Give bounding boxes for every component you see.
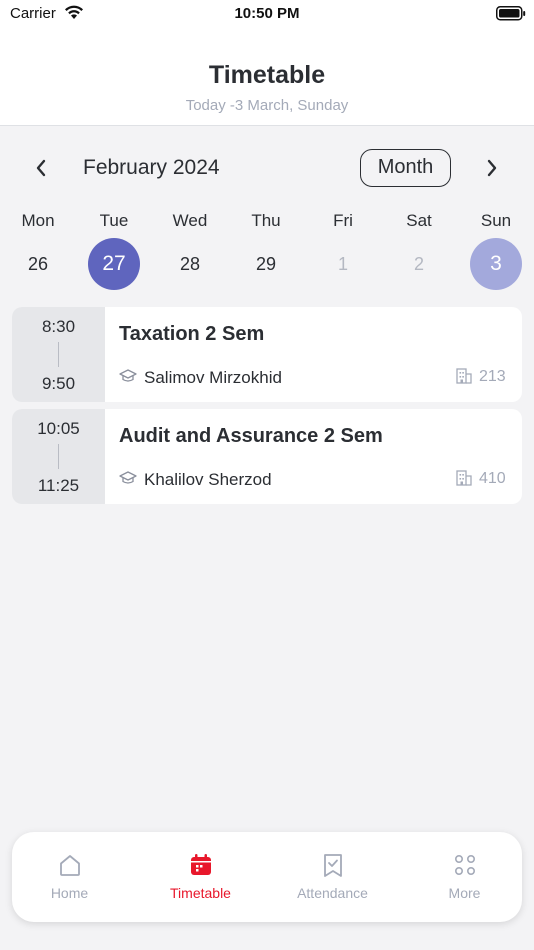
day-number[interactable]: 26 <box>12 238 64 290</box>
day-number-today[interactable]: 3 <box>470 238 522 290</box>
day-column: Thu 29 <box>236 208 296 290</box>
start-time: 10:05 <box>37 419 80 438</box>
class-card[interactable]: 8:30 9:50 Taxation 2 Sem Salimov Mirzokh… <box>12 307 522 402</box>
weekday-label: Sun <box>480 211 512 230</box>
month-label: February 2024 <box>83 156 220 179</box>
day-column: Wed 28 <box>160 208 220 290</box>
start-time: 8:30 <box>41 317 76 336</box>
day-number[interactable]: 29 <box>240 238 292 290</box>
month-navigation: February 2024 Month <box>0 148 534 188</box>
day-number[interactable]: 2 <box>393 238 445 290</box>
weekday-label: Fri <box>333 211 353 230</box>
graduation-cap-icon <box>119 469 137 492</box>
room-number: 410 <box>479 470 506 487</box>
class-title: Taxation 2 Sem <box>119 323 265 345</box>
day-number-selected[interactable]: 27 <box>88 238 140 290</box>
building-icon <box>455 469 473 492</box>
tab-label: Timetable <box>170 885 231 901</box>
chevron-right-icon <box>487 159 497 177</box>
previous-month-button[interactable] <box>29 156 53 180</box>
weekday-label: Tue <box>99 211 129 230</box>
time-divider <box>58 342 59 367</box>
graduation-cap-icon <box>119 367 137 390</box>
home-icon <box>60 855 80 876</box>
teacher-name: Khalilov Sherzod <box>144 470 272 489</box>
more-grid-icon <box>455 855 475 875</box>
day-column: Tue 27 <box>84 208 144 290</box>
bottom-tab-bar: Home Timetable Attendance More <box>12 832 522 922</box>
tab-label: More <box>448 885 481 901</box>
next-month-button[interactable] <box>480 156 504 180</box>
day-column: Mon 26 <box>8 208 68 290</box>
status-bar: Carrier 10:50 PM <box>0 0 534 30</box>
day-number[interactable]: 28 <box>164 238 216 290</box>
day-column: Fri 1 <box>313 208 373 290</box>
class-time-block: 8:30 9:50 <box>12 307 105 402</box>
tab-more[interactable]: More <box>407 832 522 922</box>
weekday-label: Sat <box>406 211 432 230</box>
tab-attendance[interactable]: Attendance <box>275 832 390 922</box>
end-time: 11:25 <box>37 476 80 495</box>
class-card[interactable]: 10:05 11:25 Audit and Assurance 2 Sem Kh… <box>12 409 522 504</box>
class-time-block: 10:05 11:25 <box>12 409 105 504</box>
calendar-icon <box>191 854 211 875</box>
teacher-name: Salimov Mirzokhid <box>144 368 282 387</box>
day-column: Sat 2 <box>389 208 449 290</box>
tab-timetable[interactable]: Timetable <box>143 832 258 922</box>
view-mode-toggle[interactable]: Month <box>360 149 451 187</box>
clock: 10:50 PM <box>234 5 300 22</box>
day-number[interactable]: 1 <box>317 238 369 290</box>
end-time: 9:50 <box>41 374 76 393</box>
page-header: Timetable Today -3 March, Sunday <box>0 30 534 126</box>
tab-label: Home <box>50 885 89 901</box>
day-column: Sun 3 <box>466 208 526 290</box>
weekday-label: Thu <box>251 211 281 230</box>
room-number: 213 <box>479 368 506 385</box>
battery-icon <box>496 6 526 26</box>
chevron-left-icon <box>36 159 46 177</box>
attendance-icon <box>324 854 342 877</box>
tab-home[interactable]: Home <box>12 832 127 922</box>
today-subtitle: Today -3 March, Sunday <box>185 97 349 114</box>
weekday-label: Wed <box>172 211 208 230</box>
page-title: Timetable <box>208 61 326 89</box>
time-divider <box>58 444 59 469</box>
building-icon <box>455 367 473 390</box>
class-title: Audit and Assurance 2 Sem <box>119 425 383 447</box>
tab-label: Attendance <box>297 885 368 901</box>
weekday-label: Mon <box>21 211 55 230</box>
